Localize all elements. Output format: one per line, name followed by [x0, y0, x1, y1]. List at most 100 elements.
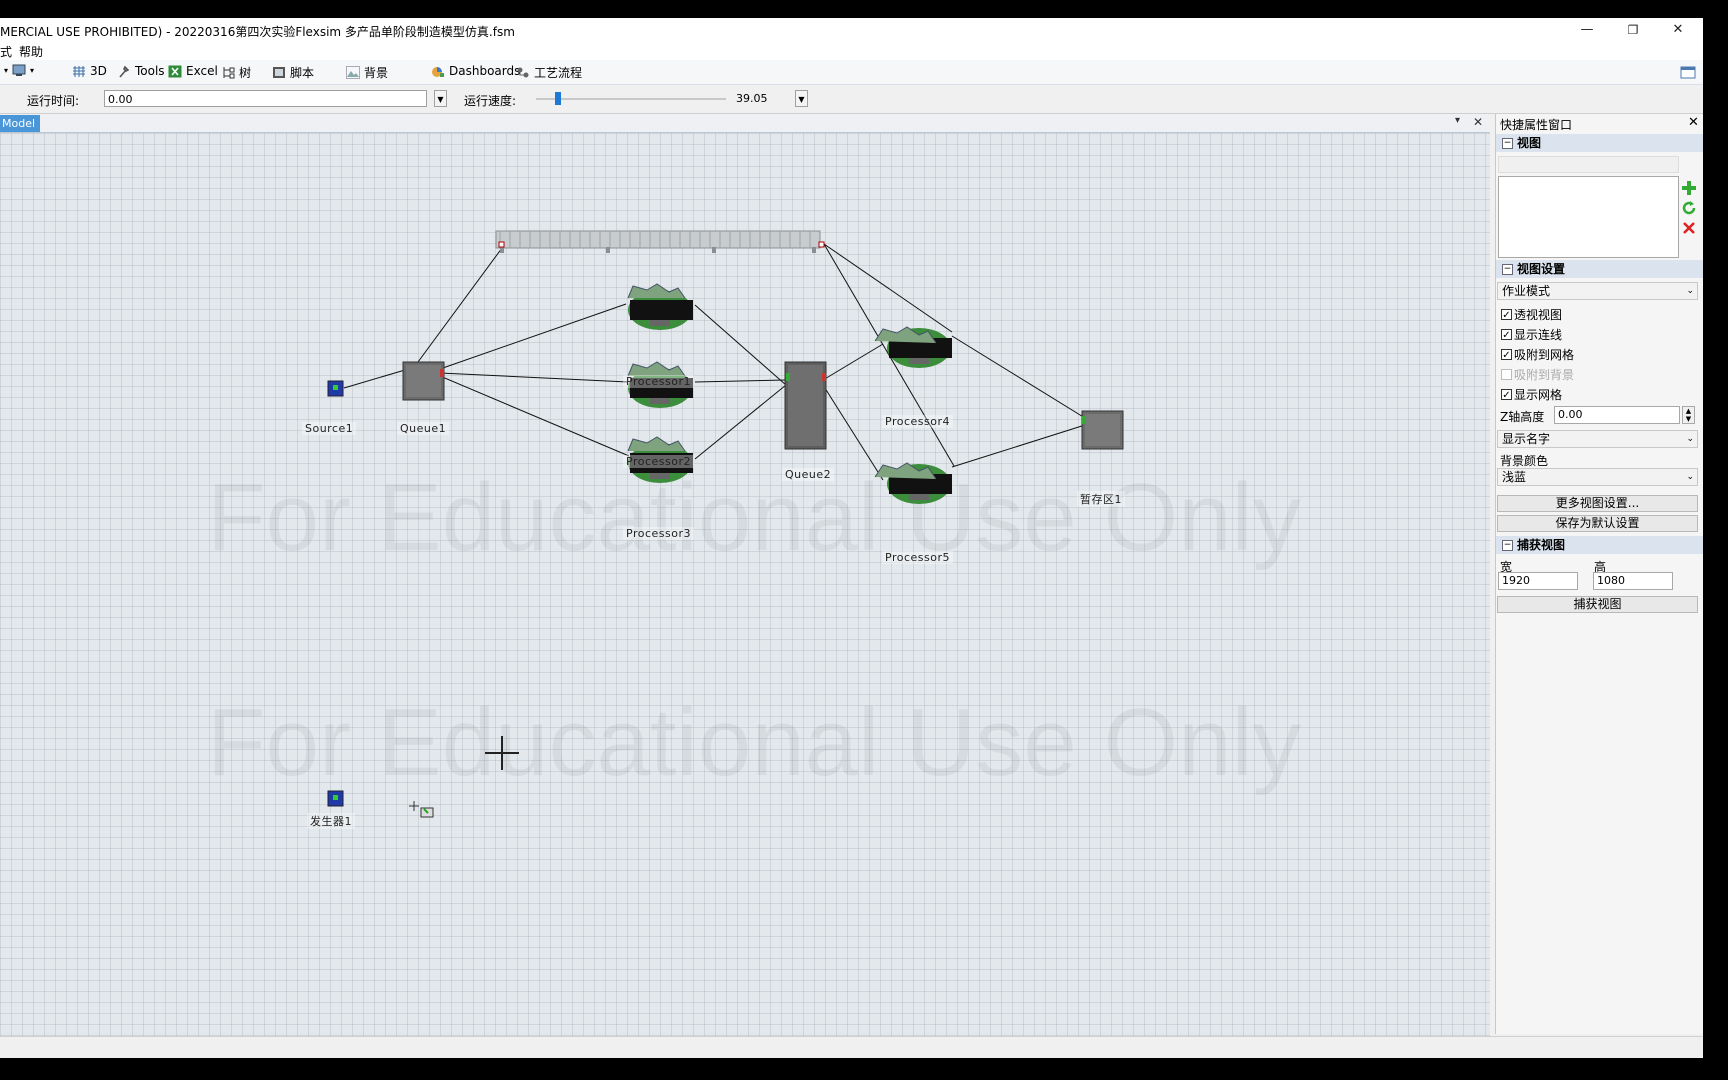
- z-height-spinner[interactable]: ▲ ▼: [1682, 406, 1695, 424]
- background-icon: [346, 66, 360, 79]
- queue1-object: [402, 361, 445, 401]
- panel-toggle-icon[interactable]: [1680, 65, 1696, 79]
- checkbox-snap-background[interactable]: 吸附到背景: [1501, 366, 1574, 383]
- toolbar-tools-button[interactable]: Tools: [117, 64, 165, 78]
- toolbar-tree-label: 树: [239, 66, 252, 80]
- model-3d-view[interactable]: For Educational Use Only For Educational…: [0, 133, 1490, 1052]
- tree-icon: [223, 67, 235, 79]
- tools-icon: [119, 65, 130, 78]
- capture-width-field[interactable]: 1920: [1498, 572, 1578, 590]
- chevron-down-icon: ⌄: [1686, 286, 1694, 296]
- checkbox-show-connections[interactable]: ✓ 显示连线: [1501, 326, 1562, 343]
- collapse-icon[interactable]: −: [1502, 540, 1513, 551]
- view-name-field[interactable]: [1498, 156, 1679, 173]
- label-sink1: 暂存区1: [1077, 491, 1125, 507]
- view-mode-select[interactable]: 作业模式 ⌄: [1497, 282, 1698, 300]
- views-list[interactable]: [1498, 176, 1679, 258]
- capture-height-field[interactable]: 1080: [1593, 572, 1673, 590]
- close-button[interactable]: ✕: [1663, 20, 1693, 40]
- label-queue1: Queue1: [397, 422, 450, 435]
- collapse-icon[interactable]: −: [1502, 264, 1513, 275]
- speed-dropdown[interactable]: ▼: [795, 90, 808, 107]
- conveyor-object: [495, 230, 825, 253]
- processor1-object: [627, 283, 693, 330]
- save-default-button[interactable]: 保存为默认设置: [1497, 515, 1698, 532]
- toolbar-process-flow-button[interactable]: 工艺流程: [516, 64, 582, 81]
- toolbar-excel-button[interactable]: Excel: [168, 64, 218, 78]
- label-processor3: Processor3: [623, 527, 694, 540]
- sink1-object: [1081, 410, 1124, 450]
- checkbox-snap-background-label: 吸附到背景: [1514, 368, 1575, 382]
- label-source1: Source1: [302, 422, 357, 435]
- collapse-icon[interactable]: −: [1502, 138, 1513, 149]
- tab-close-button[interactable]: ✕: [1473, 115, 1483, 129]
- checkbox-perspective[interactable]: ✓ 透视视图: [1501, 306, 1562, 323]
- section-capture-view[interactable]: − 捕获视图: [1496, 536, 1703, 554]
- run-speed-slider-thumb[interactable]: [555, 92, 561, 105]
- capture-view-button[interactable]: 捕获视图: [1497, 596, 1698, 613]
- toolbar-dashboards-button[interactable]: Dashboards: [431, 64, 520, 78]
- run-speed-slider-track[interactable]: [536, 98, 726, 100]
- toolbar-tree-button[interactable]: 树: [221, 64, 251, 81]
- checkbox-show-grid-box[interactable]: ✓: [1501, 389, 1512, 401]
- label-generator1: 发生器1: [307, 813, 355, 829]
- checkbox-perspective-box[interactable]: ✓: [1501, 309, 1512, 321]
- toolbar-excel-label: Excel: [186, 64, 218, 78]
- toolbar-script-button[interactable]: 脚本: [272, 64, 314, 81]
- view-icon: [12, 64, 26, 76]
- toolbar-tools-label: Tools: [135, 64, 165, 78]
- section-view-settings[interactable]: − 视图设置: [1496, 260, 1703, 278]
- main-toolbar: ▾ ▾ 3D Tools Excel 树 脚本 背景 Dashboards 工艺…: [0, 60, 1703, 85]
- run-time-field[interactable]: 0.00: [104, 90, 427, 107]
- toolbar-dashboards-label: Dashboards: [449, 64, 521, 78]
- run-time-label: 运行时间:: [27, 94, 80, 108]
- refresh-view-icon[interactable]: [1681, 200, 1697, 216]
- run-speed-value: 39.05: [736, 92, 768, 105]
- stop-time-dropdown[interactable]: ▼: [434, 90, 447, 107]
- quick-properties-panel: 快捷属性窗口 ✕ − 视图 − 视图设置 作业模式 ⌄ ✓ 透视视图 ✓ 显示连线 ✓ 吸附…: [1495, 114, 1703, 1034]
- queue2-object: [784, 361, 827, 450]
- checkbox-snap-grid[interactable]: ✓ 吸附到网格: [1501, 346, 1574, 363]
- screen-right-bar: [1703, 0, 1728, 1080]
- generator1-object: [327, 790, 344, 807]
- dropdown-arrow-icon: ▾: [4, 66, 9, 75]
- label-processor2: Processor2: [623, 455, 694, 468]
- panel-close-button[interactable]: ✕: [1688, 115, 1699, 130]
- screen-bottom-bar: [0, 1058, 1728, 1080]
- checkbox-show-grid[interactable]: ✓ 显示网格: [1501, 386, 1562, 403]
- title-bar: MERCIAL USE PROHIBITED) - 20220316第四次实验F…: [0, 18, 1703, 42]
- delete-view-icon[interactable]: [1681, 220, 1697, 236]
- z-height-field[interactable]: 0.00: [1554, 406, 1680, 424]
- checkbox-snap-background-box[interactable]: [1501, 369, 1512, 380]
- dashboards-icon: [432, 66, 444, 77]
- minimize-button[interactable]: —: [1572, 20, 1602, 40]
- model-layout: [327, 230, 1124, 818]
- checkbox-snap-grid-label: 吸附到网格: [1514, 348, 1575, 362]
- processor4-object: [874, 326, 952, 368]
- more-view-settings-button[interactable]: 更多视图设置...: [1497, 495, 1698, 512]
- checkbox-show-connections-label: 显示连线: [1514, 328, 1563, 342]
- section-views[interactable]: − 视图: [1496, 134, 1703, 152]
- excel-icon: [168, 65, 182, 77]
- flexsim-window: MERCIAL USE PROHIBITED) - 20220316第四次实验F…: [0, 18, 1703, 1058]
- process-flow-icon: [517, 67, 529, 78]
- checkbox-snap-grid-box[interactable]: ✓: [1501, 349, 1512, 361]
- tab-model[interactable]: Model: [0, 115, 40, 132]
- menu-item-help[interactable]: 帮助: [19, 43, 43, 60]
- toolbar-3d-button[interactable]: 3D: [72, 64, 107, 78]
- bg-color-select[interactable]: 浅蓝 ⌄: [1497, 468, 1698, 486]
- restore-button[interactable]: ❐: [1618, 20, 1648, 40]
- panel-title: 快捷属性窗口: [1500, 118, 1573, 132]
- toolbar-background-button[interactable]: 背景: [346, 64, 388, 81]
- label-queue2: Queue2: [782, 468, 835, 481]
- menu-bar: 式 帮助: [0, 42, 1703, 60]
- tab-menu-button[interactable]: ▾: [1455, 115, 1460, 126]
- z-height-label: Z轴高度: [1500, 410, 1545, 424]
- menu-item-mode[interactable]: 式: [0, 43, 12, 60]
- status-bar: [0, 1036, 1703, 1058]
- show-names-select[interactable]: 显示名字 ⌄: [1497, 430, 1698, 448]
- toolbar-background-label: 背景: [364, 66, 389, 80]
- checkbox-show-connections-box[interactable]: ✓: [1501, 329, 1512, 341]
- add-view-icon[interactable]: [1681, 180, 1697, 196]
- view-dropdown-button[interactable]: ▾ ▾: [4, 64, 34, 77]
